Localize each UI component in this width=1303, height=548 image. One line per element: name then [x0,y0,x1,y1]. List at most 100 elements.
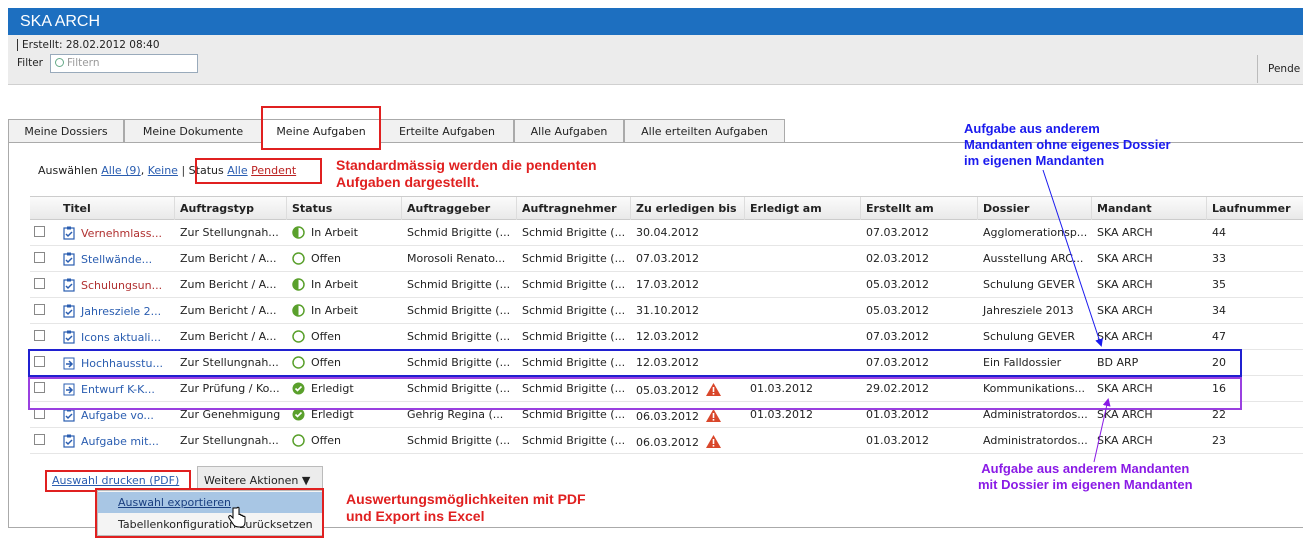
cell-created: 05.03.2012 [861,298,978,323]
annotation-box-menu [95,488,324,538]
cell-nr-text: 34 [1212,304,1226,317]
col-header-laufnummer[interactable]: Laufnummer [1207,197,1303,220]
cell-done [745,298,861,323]
task-title-link[interactable]: Icons aktuali... [81,331,161,344]
cell-taker: Schmid Brigitte (... [517,272,631,297]
col-header-status[interactable]: Status [287,197,402,220]
cell-taker-text: Schmid Brigitte (... [522,434,626,447]
col-header-auftragstyp[interactable]: Auftragstyp [175,197,287,220]
cell-giver: Morosoli Renato... [402,246,517,271]
table-row[interactable]: Jahresziele 2... Zum Bericht / A... In Arb… [30,298,1303,324]
cell-taker: Schmid Brigitte (... [517,246,631,271]
cell-due: 31.10.2012 [631,298,745,323]
cell-title[interactable]: Jahresziele 2... [58,298,175,323]
overdue-warning-icon [705,409,721,422]
cell-done [745,272,861,297]
cell-title[interactable]: Vernehmlass... [58,220,175,245]
task-title-link[interactable]: Stellwände... [81,253,152,266]
select-label: Auswählen [38,164,98,177]
cell-mandant: SKA ARCH [1092,272,1207,297]
app-header: SKA ARCH [8,8,1303,35]
table-row[interactable]: Schulungsun... Zum Bericht / A... In Arbei… [30,272,1303,298]
table-row[interactable]: Vernehmlass... Zur Stellungnah... In Arbei… [30,220,1303,246]
cell-dossier: Jahresziele 2013 [978,298,1092,323]
col-header-titel[interactable]: Titel [58,197,175,220]
cell-title[interactable]: Schulungsun... [58,272,175,297]
tab-alle-erteilten-aufgaben[interactable]: Alle erteilten Aufgaben [624,119,785,143]
task-icon [63,434,75,448]
cell-due-text: 06.03.2012 [636,436,699,449]
cell-title[interactable]: Aufgabe mit... [58,428,175,453]
cell-title[interactable]: Icons aktuali... [58,324,175,349]
row-checkbox[interactable] [34,278,45,289]
filter-input[interactable]: Filtern [50,54,198,73]
cell-created-text: 07.03.2012 [866,226,929,239]
cell-status: Offen [287,246,402,271]
cell-nr: 47 [1207,324,1303,349]
cell-giver-text: Schmid Brigitte (... [407,304,511,317]
tab-erteilte-aufgaben[interactable]: Erteilte Aufgaben [380,119,514,143]
cell-type: Zum Bericht / A... [175,298,287,323]
cell-type: Zum Bericht / A... [175,324,287,349]
cell-taker: Schmid Brigitte (... [517,220,631,245]
row-checkbox[interactable] [34,252,45,263]
cell-due-text: 30.04.2012 [636,226,699,239]
row-checkbox[interactable] [34,434,45,445]
cell-nr-text: 44 [1212,226,1226,239]
row-checkbox[interactable] [34,304,45,315]
col-header-mandant[interactable]: Mandant [1092,197,1207,220]
cell-created-text: 07.03.2012 [866,330,929,343]
cell-created-text: 02.03.2012 [866,252,929,265]
cell-mandant-text: SKA ARCH [1097,434,1153,447]
cell-title[interactable]: Stellwände... [58,246,175,271]
task-title-link[interactable]: Aufgabe vo... [81,409,154,422]
cell-status-text: In Arbeit [311,278,358,291]
select-all-link[interactable]: Alle (9) [101,164,140,177]
col-header-auftraggeber[interactable]: Auftraggeber [402,197,517,220]
cell-taker: Schmid Brigitte (... [517,428,631,453]
pending-label: Pende [1257,55,1300,83]
cell-taker-text: Schmid Brigitte (... [522,252,626,265]
col-header-auftragnehmer[interactable]: Auftragnehmer [517,197,631,220]
table-row[interactable]: Stellwände... Zum Bericht / A... Offen Moro… [30,246,1303,272]
col-header-dossier[interactable]: Dossier [978,197,1092,220]
task-title-link[interactable]: Vernehmlass... [81,227,162,240]
table-row[interactable]: Aufgabe mit... Zur Stellungnah... Offen Sch… [30,428,1303,454]
tab-alle-aufgaben[interactable]: Alle Aufgaben [514,119,624,143]
col-header-erstellt-am[interactable]: Erstellt am [861,197,978,220]
task-icon [63,278,75,292]
annotation-box-blue-row [28,349,1242,377]
cell-dossier-text: Administratordos... [983,434,1088,447]
dossier-meta-bar: Erstellt: 28.02.2012 08:40 Filter Filter… [8,35,1303,85]
select-comma: , [140,164,145,177]
task-title-link[interactable]: Schulungsun... [81,279,162,292]
cell-done [745,220,861,245]
tab-meine-dokumente[interactable]: Meine Dokumente [124,119,262,143]
cell-mandant-text: SKA ARCH [1097,330,1153,343]
cell-status-text: In Arbeit [311,304,358,317]
cell-type: Zur Stellungnah... [175,220,287,245]
cell-status: In Arbeit [287,298,402,323]
row-checkbox[interactable] [34,330,45,341]
cell-due-text: 12.03.2012 [636,330,699,343]
tab-meine-dossiers[interactable]: Meine Dossiers [8,119,124,143]
task-title-link[interactable]: Aufgabe mit... [81,435,159,448]
annotation-default-line1: Standardmässig werden die pendenten [336,157,597,173]
cell-giver: Schmid Brigitte (... [402,298,517,323]
cell-due-text: 31.10.2012 [636,304,699,317]
table-row[interactable]: Icons aktuali... Zum Bericht / A... Offen S… [30,324,1303,350]
col-header-erledigt-am[interactable]: Erledigt am [745,197,861,220]
cell-status-text: Offen [311,434,341,447]
task-title-link[interactable]: Jahresziele 2... [81,305,161,318]
status-in-progress-icon [292,304,305,317]
cell-due-text: 17.03.2012 [636,278,699,291]
annotation-default-text: Standardmässig werden die pendenten Aufg… [336,157,597,191]
annotation-export-line1: Auswertungsmöglichkeiten mit PDF [346,491,586,507]
cell-due-text: 06.03.2012 [636,410,699,423]
annotation-box-status [195,158,322,184]
app-title: SKA ARCH [20,13,101,30]
select-none-link[interactable]: Keine [148,164,178,177]
cell-type-text: Zum Bericht / A... [180,304,277,317]
row-checkbox[interactable] [34,226,45,237]
col-header-zu-erledigen-bis[interactable]: Zu erledigen bis [631,197,745,220]
